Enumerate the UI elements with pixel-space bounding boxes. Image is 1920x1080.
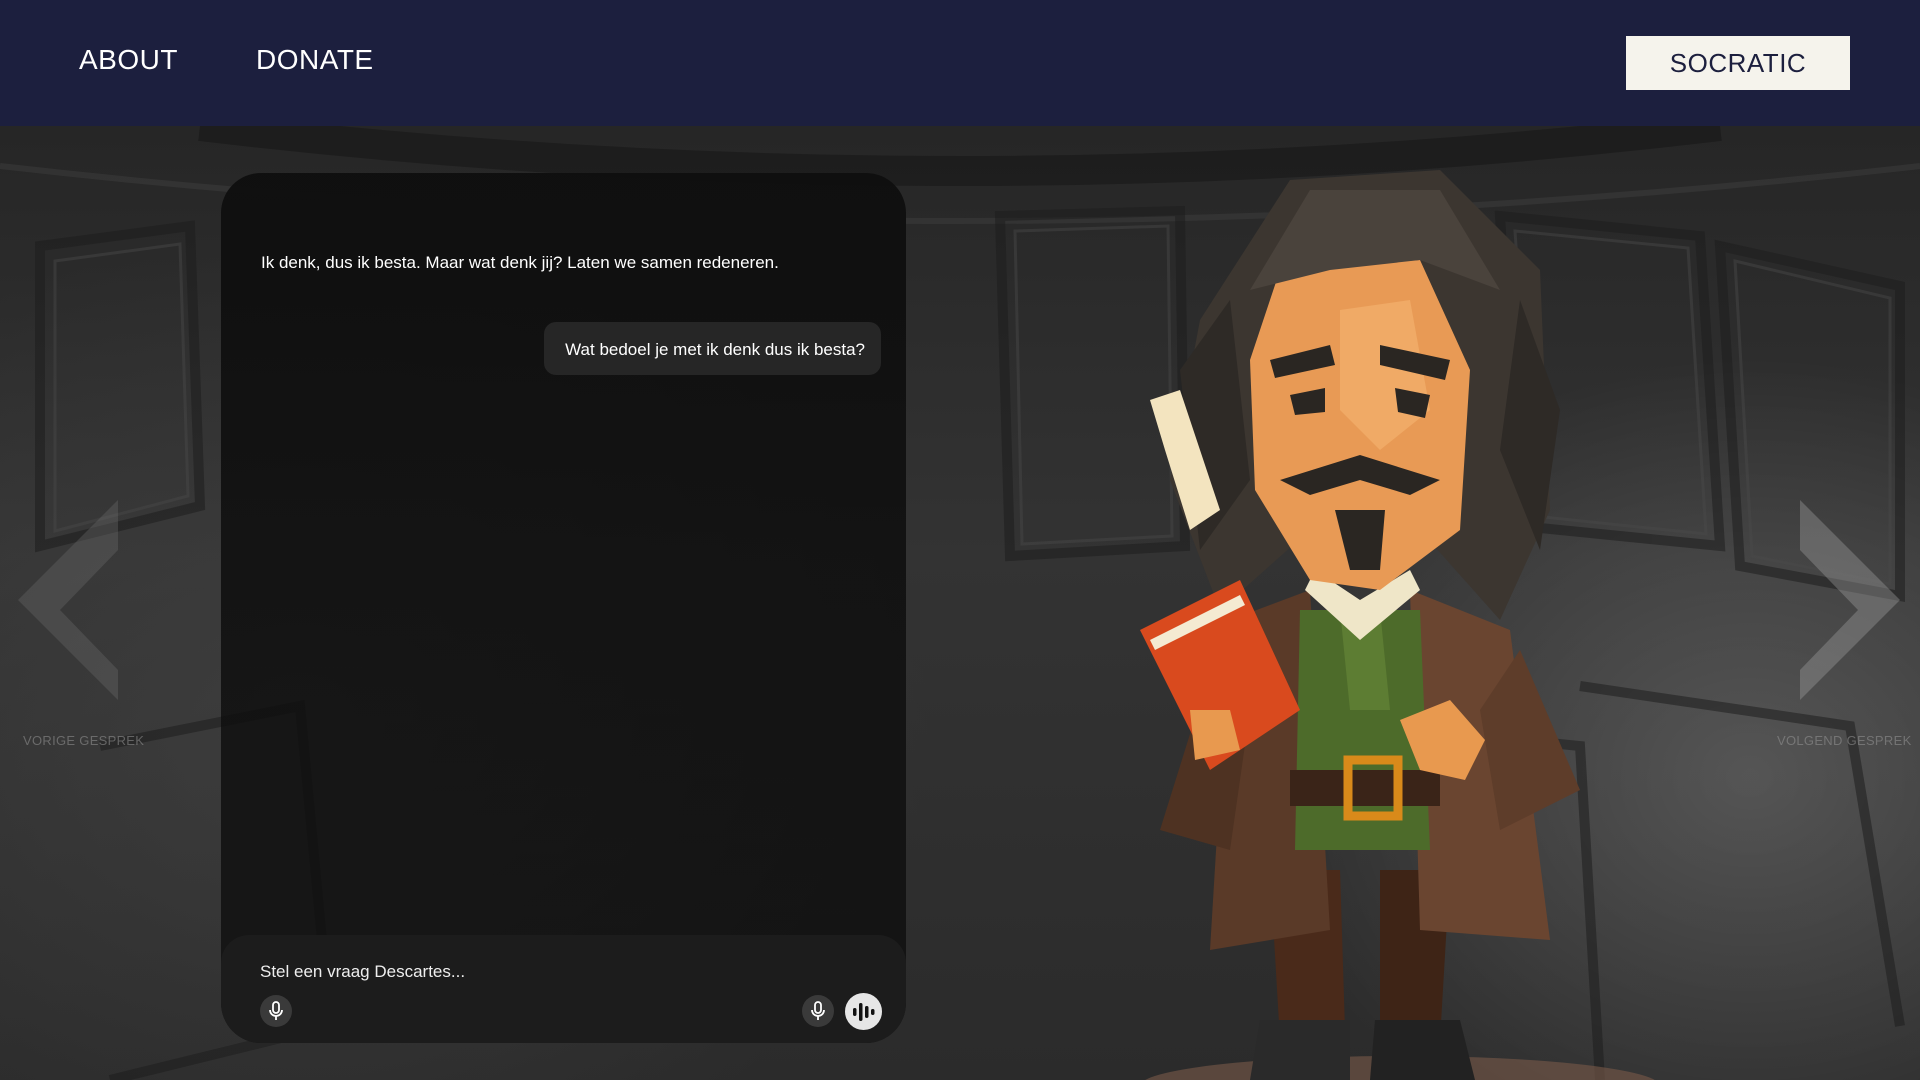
nav-link-donate[interactable]: DONATE [256,44,374,76]
microphone-button-right[interactable] [802,995,834,1027]
voice-wave-icon [852,1002,874,1021]
socratic-brand-button[interactable]: SOCRATIC [1626,36,1850,90]
nav-link-about[interactable]: ABOUT [79,44,178,76]
microphone-icon [269,1001,283,1020]
assistant-message: Ik denk, dus ik besta. Maar wat denk jij… [261,253,779,272]
voice-mode-button[interactable] [845,993,882,1030]
descartes-character-illustration [1140,170,1580,1080]
chat-panel: Ik denk, dus ik besta. Maar wat denk jij… [221,173,906,1043]
message-composer [221,935,906,1043]
chevron-right-icon [1800,500,1900,700]
user-message-bubble: Wat bedoel je met ik denk dus ik besta? [544,322,881,375]
microphone-icon [811,1001,825,1020]
question-input[interactable] [260,958,820,986]
next-conversation-button[interactable]: VOLGEND GESPREK [1770,500,1912,760]
chevron-left-icon [18,500,118,700]
previous-conversation-button[interactable]: VORIGE GESPREK [10,500,150,760]
previous-conversation-label: VORIGE GESPREK [23,733,145,748]
next-conversation-label: VOLGEND GESPREK [1777,733,1912,748]
microphone-button-left[interactable] [260,995,292,1027]
top-navigation-bar: ABOUT DONATE SOCRATIC [0,0,1920,126]
